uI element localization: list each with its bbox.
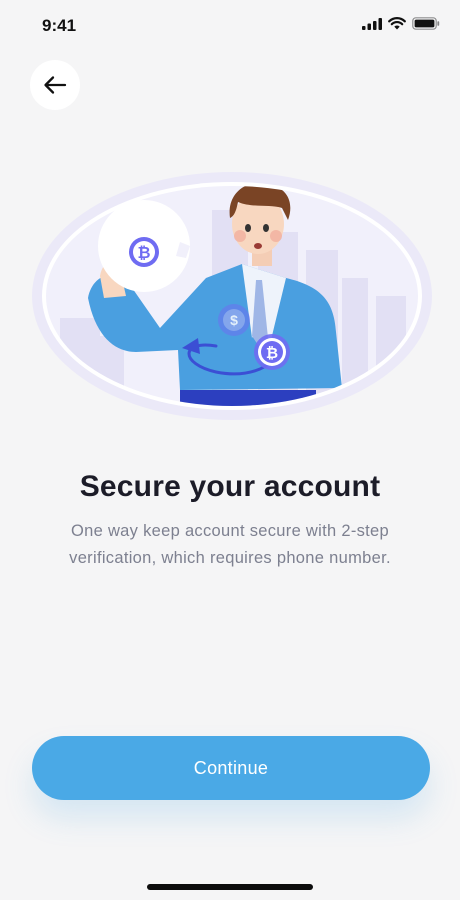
svg-text:$: $: [230, 312, 238, 328]
page-title: Secure your account: [79, 470, 381, 503]
status-time: 9:41: [42, 16, 77, 35]
svg-text:₿: ₿: [137, 244, 150, 262]
account-security-illustration: ₿ $ ₿: [32, 172, 432, 420]
svg-text:₿: ₿: [266, 345, 278, 362]
battery-icon: [412, 17, 440, 30]
page-subtitle: One way keep account secure with 2-step …: [69, 522, 391, 567]
dollar-coin-icon: $: [218, 304, 250, 336]
bitcoin-coin-icon: ₿: [98, 200, 190, 292]
arrow-left-icon: [44, 76, 67, 94]
status-icons: [362, 17, 440, 30]
status-bar: 9:41: [0, 0, 460, 52]
cellular-signal-icon: [362, 17, 382, 30]
home-indicator: [147, 884, 313, 890]
bitcoin-coin-icon: ₿: [254, 334, 290, 370]
wifi-icon: [388, 17, 406, 30]
continue-button[interactable]: Continue: [32, 736, 430, 800]
back-button[interactable]: [30, 60, 80, 110]
